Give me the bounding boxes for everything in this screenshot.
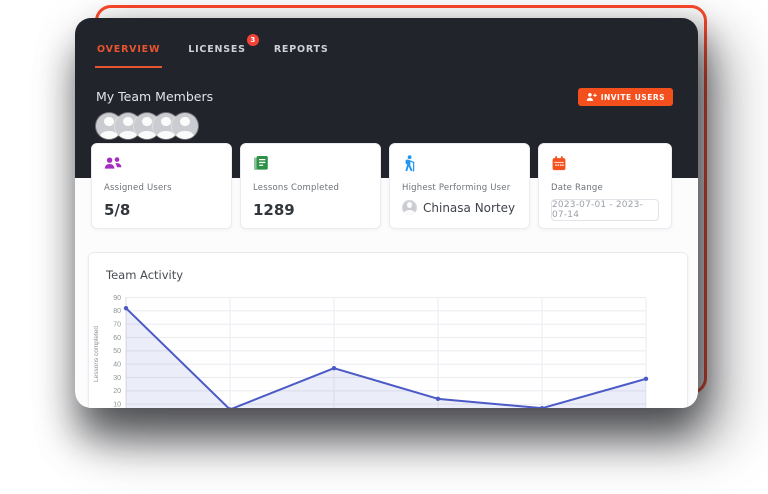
- lessons-completed-value: 1289: [253, 201, 368, 219]
- tab-bar: OVERVIEW LICENSES 3 REPORTS: [75, 18, 698, 68]
- highest-performer-card: Highest Performing User Chinasa Nortey: [389, 143, 530, 229]
- assigned-users-label: Assigned Users: [104, 183, 219, 193]
- user-avatar: [402, 200, 417, 215]
- invite-users-label: INVITE USERS: [601, 93, 665, 102]
- licenses-badge: 3: [247, 34, 259, 46]
- team-avatars: [96, 113, 698, 139]
- page: OVERVIEW LICENSES 3 REPORTS My Team Memb…: [0, 0, 768, 494]
- svg-text:70: 70: [113, 322, 121, 329]
- team-activity-card: Team Activity 90 80 70 60 50 40 30 20 10 Lessons …: [88, 252, 688, 408]
- svg-text:90: 90: [113, 295, 121, 302]
- date-range-label: Date Range: [551, 183, 659, 193]
- lessons-completed-card: Lessons Completed 1289: [240, 143, 381, 229]
- svg-text:30: 30: [113, 375, 121, 382]
- users-icon: [104, 155, 123, 172]
- assigned-users-card: Assigned Users 5/8: [91, 143, 232, 229]
- date-range-card: Date Range 2023-07-01 - 2023-07-14: [538, 143, 672, 229]
- lessons-completed-label: Lessons Completed: [253, 183, 368, 193]
- tab-licenses-label: LICENSES: [188, 44, 246, 55]
- tab-overview[interactable]: OVERVIEW: [95, 42, 162, 68]
- highest-performer-name: Chinasa Nortey: [423, 201, 515, 215]
- highest-performer-user-row: Chinasa Nortey: [402, 200, 517, 215]
- svg-text:40: 40: [113, 362, 121, 369]
- assigned-users-value: 5/8: [104, 201, 219, 219]
- svg-text:50: 50: [113, 348, 121, 355]
- date-range-input[interactable]: 2023-07-01 - 2023-07-14: [551, 199, 659, 221]
- team-activity-chart: 90 80 70 60 50 40 30 20 10 Lessons completed: [89, 292, 689, 408]
- highest-performer-label: Highest Performing User: [402, 183, 517, 193]
- svg-text:60: 60: [113, 335, 121, 342]
- stats-cards-row: Assigned Users 5/8 Lessons Completed 128…: [91, 143, 672, 229]
- calendar-icon: [551, 155, 567, 172]
- tab-licenses[interactable]: LICENSES 3: [186, 42, 248, 66]
- person-add-icon: [586, 92, 597, 102]
- svg-text:10: 10: [113, 402, 121, 408]
- svg-text:20: 20: [113, 388, 121, 395]
- hiker-icon: [402, 155, 417, 172]
- dashboard-window: OVERVIEW LICENSES 3 REPORTS My Team Memb…: [75, 18, 698, 408]
- chart-title: Team Activity: [89, 253, 687, 282]
- svg-text:Lessons completed: Lessons completed: [93, 326, 100, 382]
- svg-text:80: 80: [113, 308, 121, 315]
- tab-reports[interactable]: REPORTS: [272, 42, 331, 66]
- invite-users-button[interactable]: INVITE USERS: [578, 88, 673, 106]
- journal-icon: [253, 155, 269, 172]
- member-avatar: [172, 113, 198, 139]
